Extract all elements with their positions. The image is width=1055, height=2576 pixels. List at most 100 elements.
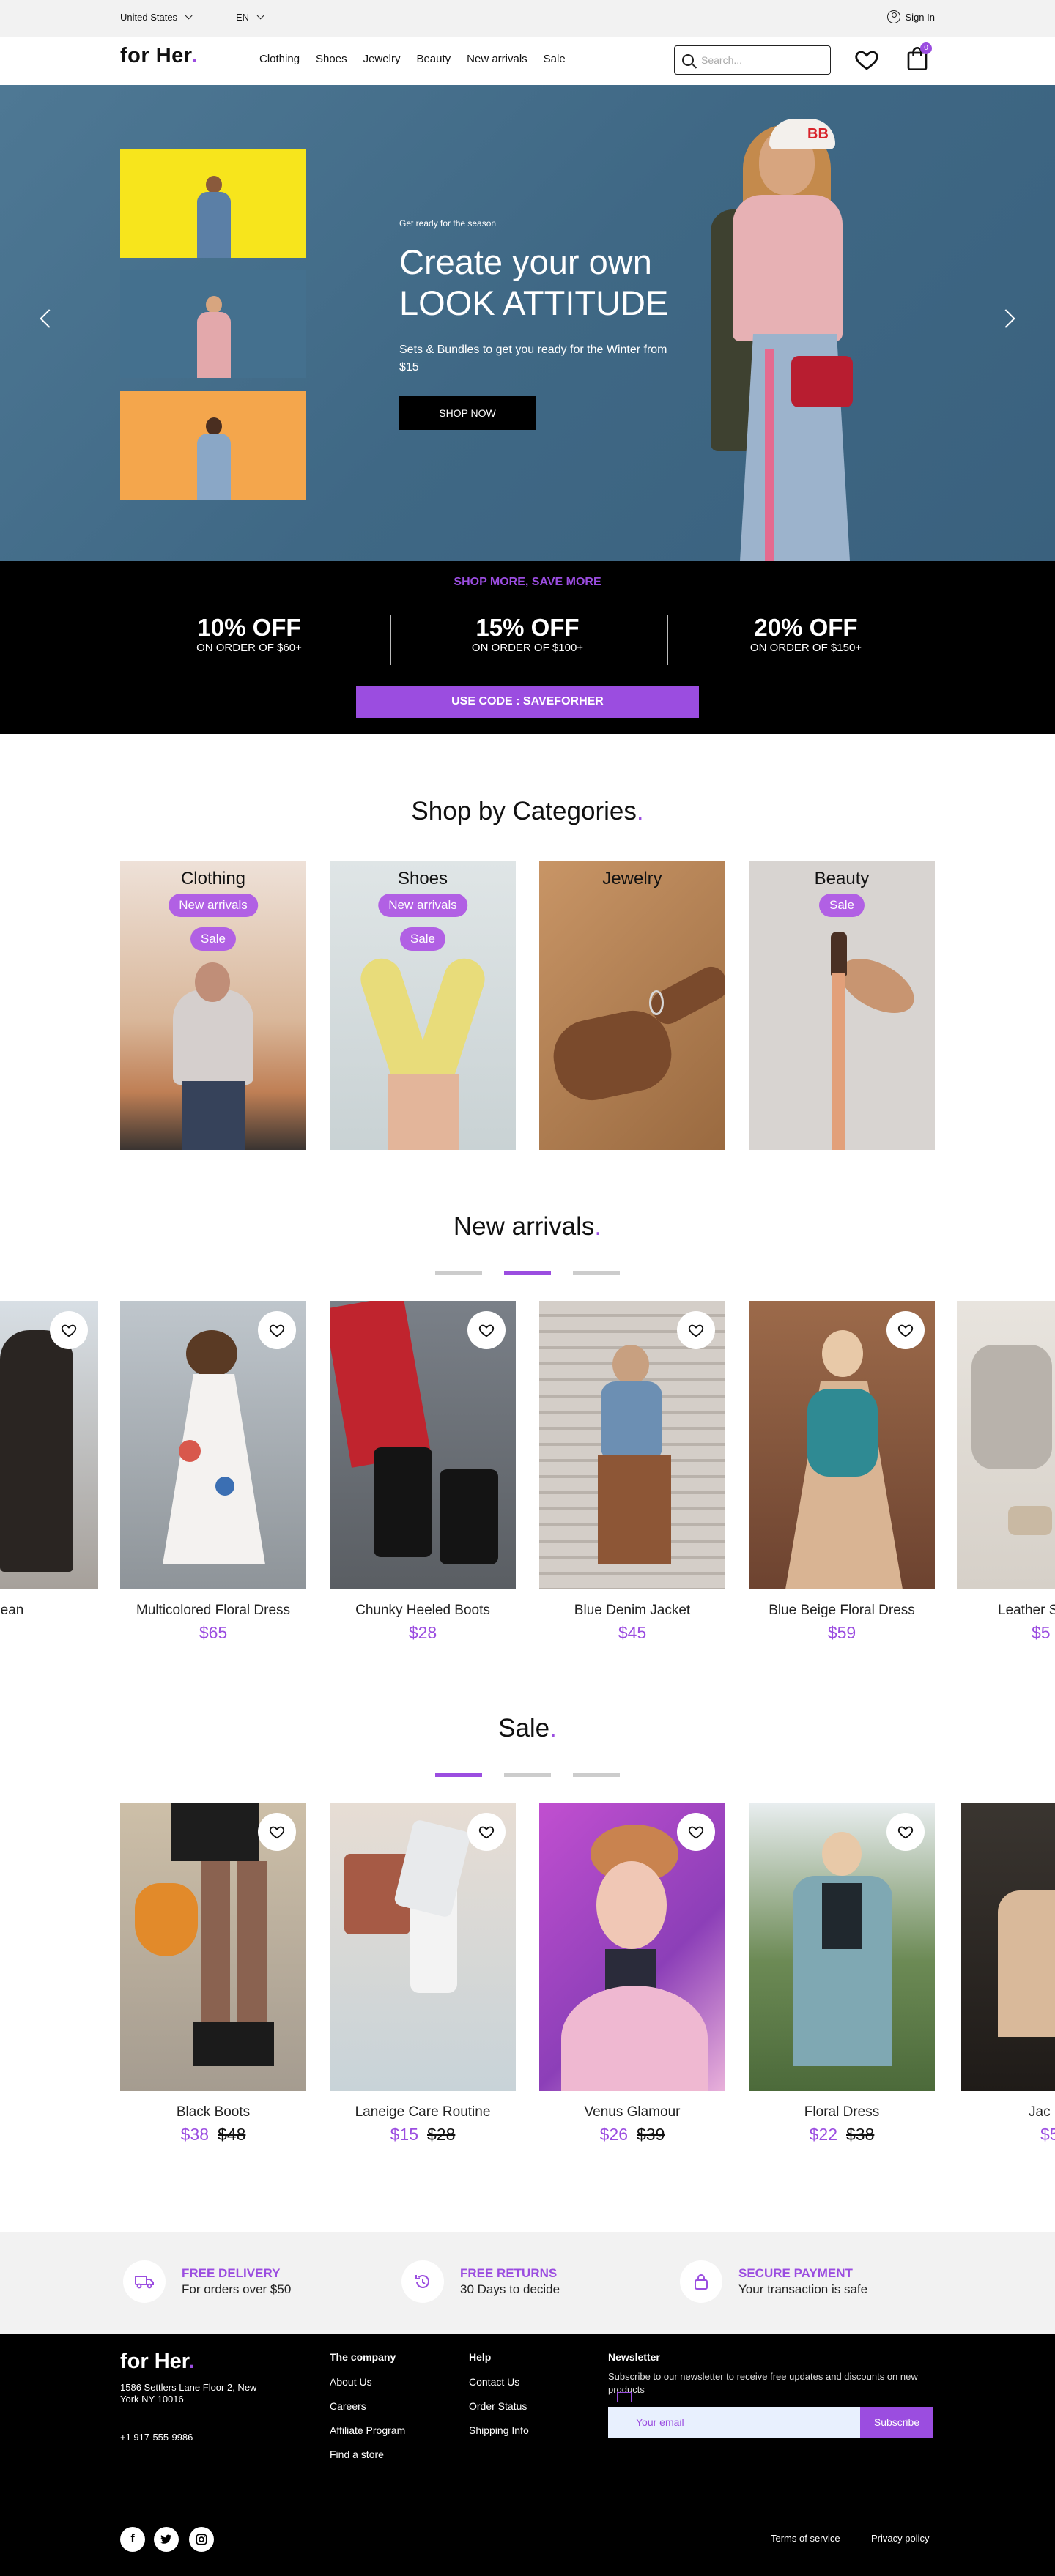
category-card-jewelry[interactable]: Jewelry [539,861,725,1150]
product-card[interactable] [749,1301,935,1589]
product-card[interactable] [330,1301,516,1589]
pager-dot[interactable] [504,1773,551,1777]
product-card[interactable] [120,1301,306,1589]
privacy-link[interactable]: Privacy policy [871,2533,929,2544]
language-selector[interactable]: EN [236,12,264,23]
wishlist-button[interactable] [50,1311,88,1349]
pager-dot-active[interactable] [435,1773,482,1777]
hero-thumbnail-2[interactable] [120,270,306,378]
product-name[interactable]: Chunky Heeled Boots [330,1603,516,1619]
sale-price: $22 [809,2125,837,2144]
product-card[interactable] [539,1803,725,2091]
footer-logo[interactable]: for Her. [120,2350,195,2374]
wishlist-button[interactable] [258,1813,296,1851]
product-card[interactable] [330,1803,516,2091]
product-card[interactable] [539,1301,725,1589]
product-name[interactable]: Multicolored Floral Dress [120,1603,306,1619]
newsletter-email-input[interactable] [608,2407,860,2438]
category-card-clothing[interactable]: Clothing New arrivals Sale [120,861,306,1150]
footer-link-about[interactable]: About Us [330,2376,405,2388]
product-price: 29 [0,1623,82,1643]
product-price: $5 [961,2125,1055,2145]
logo[interactable]: for Her. [120,44,198,68]
product-card[interactable] [120,1803,306,2091]
hero-banner: Get ready for the season Create your own… [0,85,1055,561]
country-selector[interactable]: United States [120,12,193,23]
product-card[interactable] [957,1301,1055,1589]
nav-jewelry[interactable]: Jewelry [363,53,401,65]
cart-icon[interactable]: 0 [906,42,932,75]
promo-code-button[interactable]: USE CODE : SAVEFORHER [356,686,699,718]
footer-link-careers[interactable]: Careers [330,2400,405,2412]
product-card[interactable] [961,1803,1055,2091]
terms-link[interactable]: Terms of service [771,2533,840,2544]
product-name[interactable]: Leather S [957,1603,1055,1619]
nav-clothing[interactable]: Clothing [259,53,300,65]
shop-now-button[interactable]: SHOP NOW [399,396,536,430]
product-card[interactable] [749,1803,935,2091]
pager-dot[interactable] [573,1271,620,1275]
nav-beauty[interactable]: Beauty [416,53,451,65]
sale-pill[interactable]: Sale [399,927,446,951]
search-input[interactable] [701,54,811,66]
feature-secure-payment: SECURE PAYMENT Your transaction is safe [680,2260,867,2303]
pager-dot[interactable] [435,1271,482,1275]
footer-link-order-status[interactable]: Order Status [469,2400,529,2412]
sale-pill[interactable]: Sale [818,894,865,917]
hero-thumbnail-3[interactable] [120,391,306,500]
wishlist-button[interactable] [677,1813,715,1851]
wishlist-button[interactable] [467,1311,506,1349]
nav-new-arrivals[interactable]: New arrivals [467,53,528,65]
product-name[interactable]: Venus Glamour [539,2104,725,2120]
hero-thumbnail-1[interactable] [120,149,306,258]
product-name[interactable]: Laneige Care Routine [330,2104,516,2120]
pants-shape [598,1455,671,1564]
categories-title-text: Shop by Categories [411,797,637,825]
pager-dot[interactable] [573,1773,620,1777]
footer-link-find-store[interactable]: Find a store [330,2449,405,2460]
category-card-shoes[interactable]: Shoes New arrivals Sale [330,861,516,1150]
sign-in-link[interactable]: Sign In [886,10,935,23]
product-name[interactable]: Floral Dress [749,2104,935,2120]
wishlist-icon[interactable] [854,47,879,75]
footer-column-title: The company [330,2351,396,2363]
product-name[interactable]: Black Boots [120,2104,306,2120]
product-name[interactable]: Blue Denim Jacket [539,1603,725,1619]
nav-shoes[interactable]: Shoes [316,53,347,65]
wishlist-button[interactable] [677,1311,715,1349]
skirt-shape [171,1803,259,1861]
nav-sale[interactable]: Sale [544,53,566,65]
carousel-next-arrow-icon[interactable] [996,309,1015,328]
category-card-beauty[interactable]: Beauty Sale [749,861,935,1150]
footer-link-contact[interactable]: Contact Us [469,2376,529,2388]
product-card[interactable] [0,1301,98,1589]
sale-pager [0,1773,1055,1777]
sale-pill[interactable]: Sale [190,927,237,951]
instagram-icon[interactable] [189,2527,214,2552]
subscribe-button[interactable]: Subscribe [860,2407,933,2438]
wishlist-button[interactable] [258,1311,296,1349]
face-shape [612,1345,649,1384]
facebook-icon[interactable]: f [120,2527,145,2552]
wishlist-button[interactable] [886,1813,925,1851]
wishlist-button[interactable] [886,1311,925,1349]
jeans-shape [182,1081,245,1150]
title-dot: . [549,1714,557,1742]
product-price: $5 [1032,1623,1051,1642]
carousel-prev-arrow-icon[interactable] [40,309,59,328]
product-name[interactable]: k jean [0,1603,98,1619]
brush-handle-shape [832,973,845,1150]
new-arrivals-pill[interactable]: New arrivals [378,894,467,917]
pager-dot-active[interactable] [504,1271,551,1275]
footer-link-shipping[interactable]: Shipping Info [469,2424,529,2436]
twitter-icon[interactable] [154,2527,179,2552]
hero-title-line-2: LOOK ATTITUDE [399,283,669,322]
footer-link-affiliate[interactable]: Affiliate Program [330,2424,405,2436]
wishlist-button[interactable] [467,1813,506,1851]
new-arrivals-pill[interactable]: New arrivals [169,894,258,917]
product-name[interactable]: Blue Beige Floral Dress [749,1603,935,1619]
product-name[interactable]: Jac [961,2104,1055,2120]
newsletter-desc: Subscribe to our newsletter to receive f… [608,2371,918,2395]
sale-price: $5 [1040,2125,1055,2144]
search-icon[interactable] [682,54,694,66]
